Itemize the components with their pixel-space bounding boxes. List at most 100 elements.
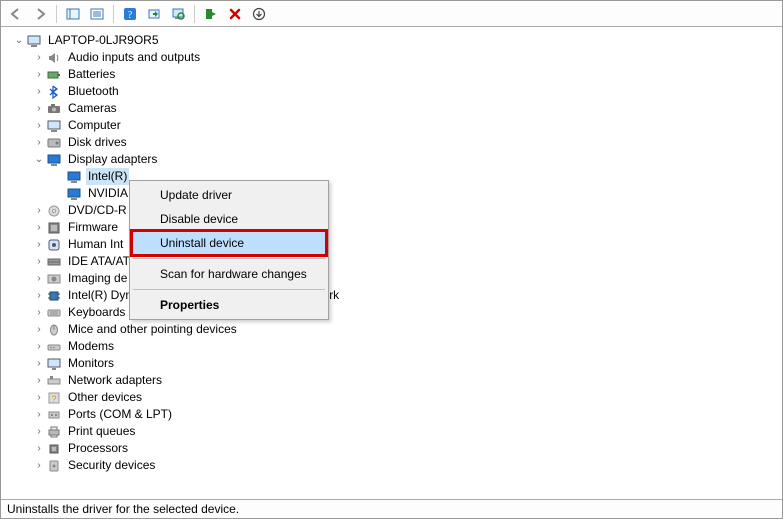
back-button[interactable] xyxy=(5,3,27,25)
expand-chevron-icon[interactable]: › xyxy=(32,389,46,406)
toolbar-separator xyxy=(56,5,57,23)
menu-item[interactable]: Scan for hardware changes xyxy=(132,262,326,286)
ide-icon xyxy=(46,254,62,270)
node-label: LAPTOP-0LJR9OR5 xyxy=(46,32,161,49)
expand-chevron-icon[interactable]: › xyxy=(32,117,46,134)
node-label: Mice and other pointing devices xyxy=(66,321,239,338)
category-node[interactable]: › Bluetooth xyxy=(4,83,781,100)
mouse-icon xyxy=(46,322,62,338)
category-node[interactable]: › Imaging de xyxy=(4,270,781,287)
category-node[interactable]: › Firmware xyxy=(4,219,781,236)
node-label: Network adapters xyxy=(66,372,164,389)
expand-chevron-icon[interactable]: ⌄ xyxy=(12,32,26,49)
expand-chevron-icon[interactable]: › xyxy=(32,134,46,151)
node-label: Display adapters xyxy=(66,151,159,168)
expand-chevron-icon[interactable]: › xyxy=(32,100,46,117)
toolbar: ? xyxy=(1,1,782,27)
device-node[interactable]: · NVIDIA xyxy=(4,185,781,202)
display-icon xyxy=(66,169,82,185)
device-node[interactable]: · Intel(R) xyxy=(4,168,781,185)
status-text: Uninstalls the driver for the selected d… xyxy=(7,502,239,516)
expand-chevron-icon[interactable]: › xyxy=(32,304,46,321)
node-label: Disk drives xyxy=(66,134,129,151)
category-node[interactable]: › Ports (COM & LPT) xyxy=(4,406,781,423)
category-node[interactable]: ⌄ Display adapters xyxy=(4,151,781,168)
root-node[interactable]: ⌄ LAPTOP-0LJR9OR5 xyxy=(4,32,781,49)
category-node[interactable]: › Disk drives xyxy=(4,134,781,151)
category-node[interactable]: › IDE ATA/AT xyxy=(4,253,781,270)
menu-separator xyxy=(133,289,325,290)
category-node[interactable]: › Mice and other pointing devices xyxy=(4,321,781,338)
category-node[interactable]: › Print queues xyxy=(4,423,781,440)
node-label: Security devices xyxy=(66,457,157,474)
expand-chevron-icon[interactable]: › xyxy=(32,287,46,304)
category-node[interactable]: › ? Other devices xyxy=(4,389,781,406)
expand-chevron-icon[interactable]: › xyxy=(32,423,46,440)
speaker-icon xyxy=(46,50,62,66)
computer-icon xyxy=(26,33,42,49)
expand-chevron-icon[interactable]: › xyxy=(32,406,46,423)
expand-chevron-icon[interactable]: › xyxy=(32,440,46,457)
menu-item[interactable]: Uninstall device xyxy=(132,231,326,255)
node-label: Bluetooth xyxy=(66,83,121,100)
expand-chevron-icon[interactable]: › xyxy=(32,236,46,253)
context-menu: Update driverDisable deviceUninstall dev… xyxy=(129,180,329,320)
scan-hardware-button[interactable] xyxy=(167,3,189,25)
category-node[interactable]: › Cameras xyxy=(4,100,781,117)
category-node[interactable]: › Keyboards xyxy=(4,304,781,321)
expand-chevron-icon[interactable]: › xyxy=(32,321,46,338)
expand-chevron-icon[interactable]: › xyxy=(32,270,46,287)
enable-device-button[interactable] xyxy=(200,3,222,25)
svg-text:?: ? xyxy=(51,394,56,404)
update-driver-button[interactable] xyxy=(143,3,165,25)
menu-item[interactable]: Disable device xyxy=(132,207,326,231)
category-node[interactable]: › Computer xyxy=(4,117,781,134)
category-node[interactable]: › Intel(R) Dynamic Platform and Thermal … xyxy=(4,287,781,304)
expand-chevron-icon[interactable]: › xyxy=(32,355,46,372)
node-label: Intel(R) xyxy=(86,168,129,185)
cpu-icon xyxy=(46,441,62,457)
expand-chevron-icon[interactable]: › xyxy=(32,66,46,83)
menu-item[interactable]: Properties xyxy=(132,293,326,317)
network-icon xyxy=(46,373,62,389)
uninstall-device-button[interactable] xyxy=(224,3,246,25)
firmware-icon xyxy=(46,220,62,236)
expand-chevron-icon[interactable]: › xyxy=(32,253,46,270)
forward-button[interactable] xyxy=(29,3,51,25)
status-bar: Uninstalls the driver for the selected d… xyxy=(1,499,782,518)
expand-chevron-icon[interactable]: › xyxy=(32,338,46,355)
expand-chevron-icon[interactable]: › xyxy=(32,83,46,100)
category-node[interactable]: › Modems xyxy=(4,338,781,355)
show-hidden-button[interactable] xyxy=(62,3,84,25)
expand-chevron-icon[interactable]: ⌄ xyxy=(32,151,46,168)
battery-icon xyxy=(46,67,62,83)
expand-chevron-icon[interactable]: › xyxy=(32,457,46,474)
expand-chevron-icon[interactable]: › xyxy=(32,202,46,219)
help-button[interactable]: ? xyxy=(119,3,141,25)
node-label: Keyboards xyxy=(66,304,127,321)
category-node[interactable]: › Monitors xyxy=(4,355,781,372)
category-node[interactable]: › Network adapters xyxy=(4,372,781,389)
device-tree-scroll[interactable]: ⌄ LAPTOP-0LJR9OR5 › Audio inputs and out… xyxy=(2,28,781,498)
category-node[interactable]: › Human Int xyxy=(4,236,781,253)
category-node[interactable]: › Processors xyxy=(4,440,781,457)
expand-chevron-icon[interactable]: › xyxy=(32,49,46,66)
category-node[interactable]: › DVD/CD-R xyxy=(4,202,781,219)
expand-chevron-icon[interactable]: › xyxy=(32,372,46,389)
node-label: Batteries xyxy=(66,66,117,83)
category-node[interactable]: › Audio inputs and outputs xyxy=(4,49,781,66)
category-node[interactable]: › Security devices xyxy=(4,457,781,474)
imaging-icon xyxy=(46,271,62,287)
display-icon xyxy=(46,152,62,168)
node-label: Human Int xyxy=(66,236,125,253)
menu-item[interactable]: Update driver xyxy=(132,183,326,207)
expand-chevron-icon[interactable]: › xyxy=(32,219,46,236)
node-label: Cameras xyxy=(66,100,119,117)
more-button[interactable] xyxy=(248,3,270,25)
node-label: Print queues xyxy=(66,423,137,440)
device-tree: ⌄ LAPTOP-0LJR9OR5 › Audio inputs and out… xyxy=(2,28,781,478)
camera-icon xyxy=(46,101,62,117)
properties-button[interactable] xyxy=(86,3,108,25)
node-label: Ports (COM & LPT) xyxy=(66,406,174,423)
category-node[interactable]: › Batteries xyxy=(4,66,781,83)
